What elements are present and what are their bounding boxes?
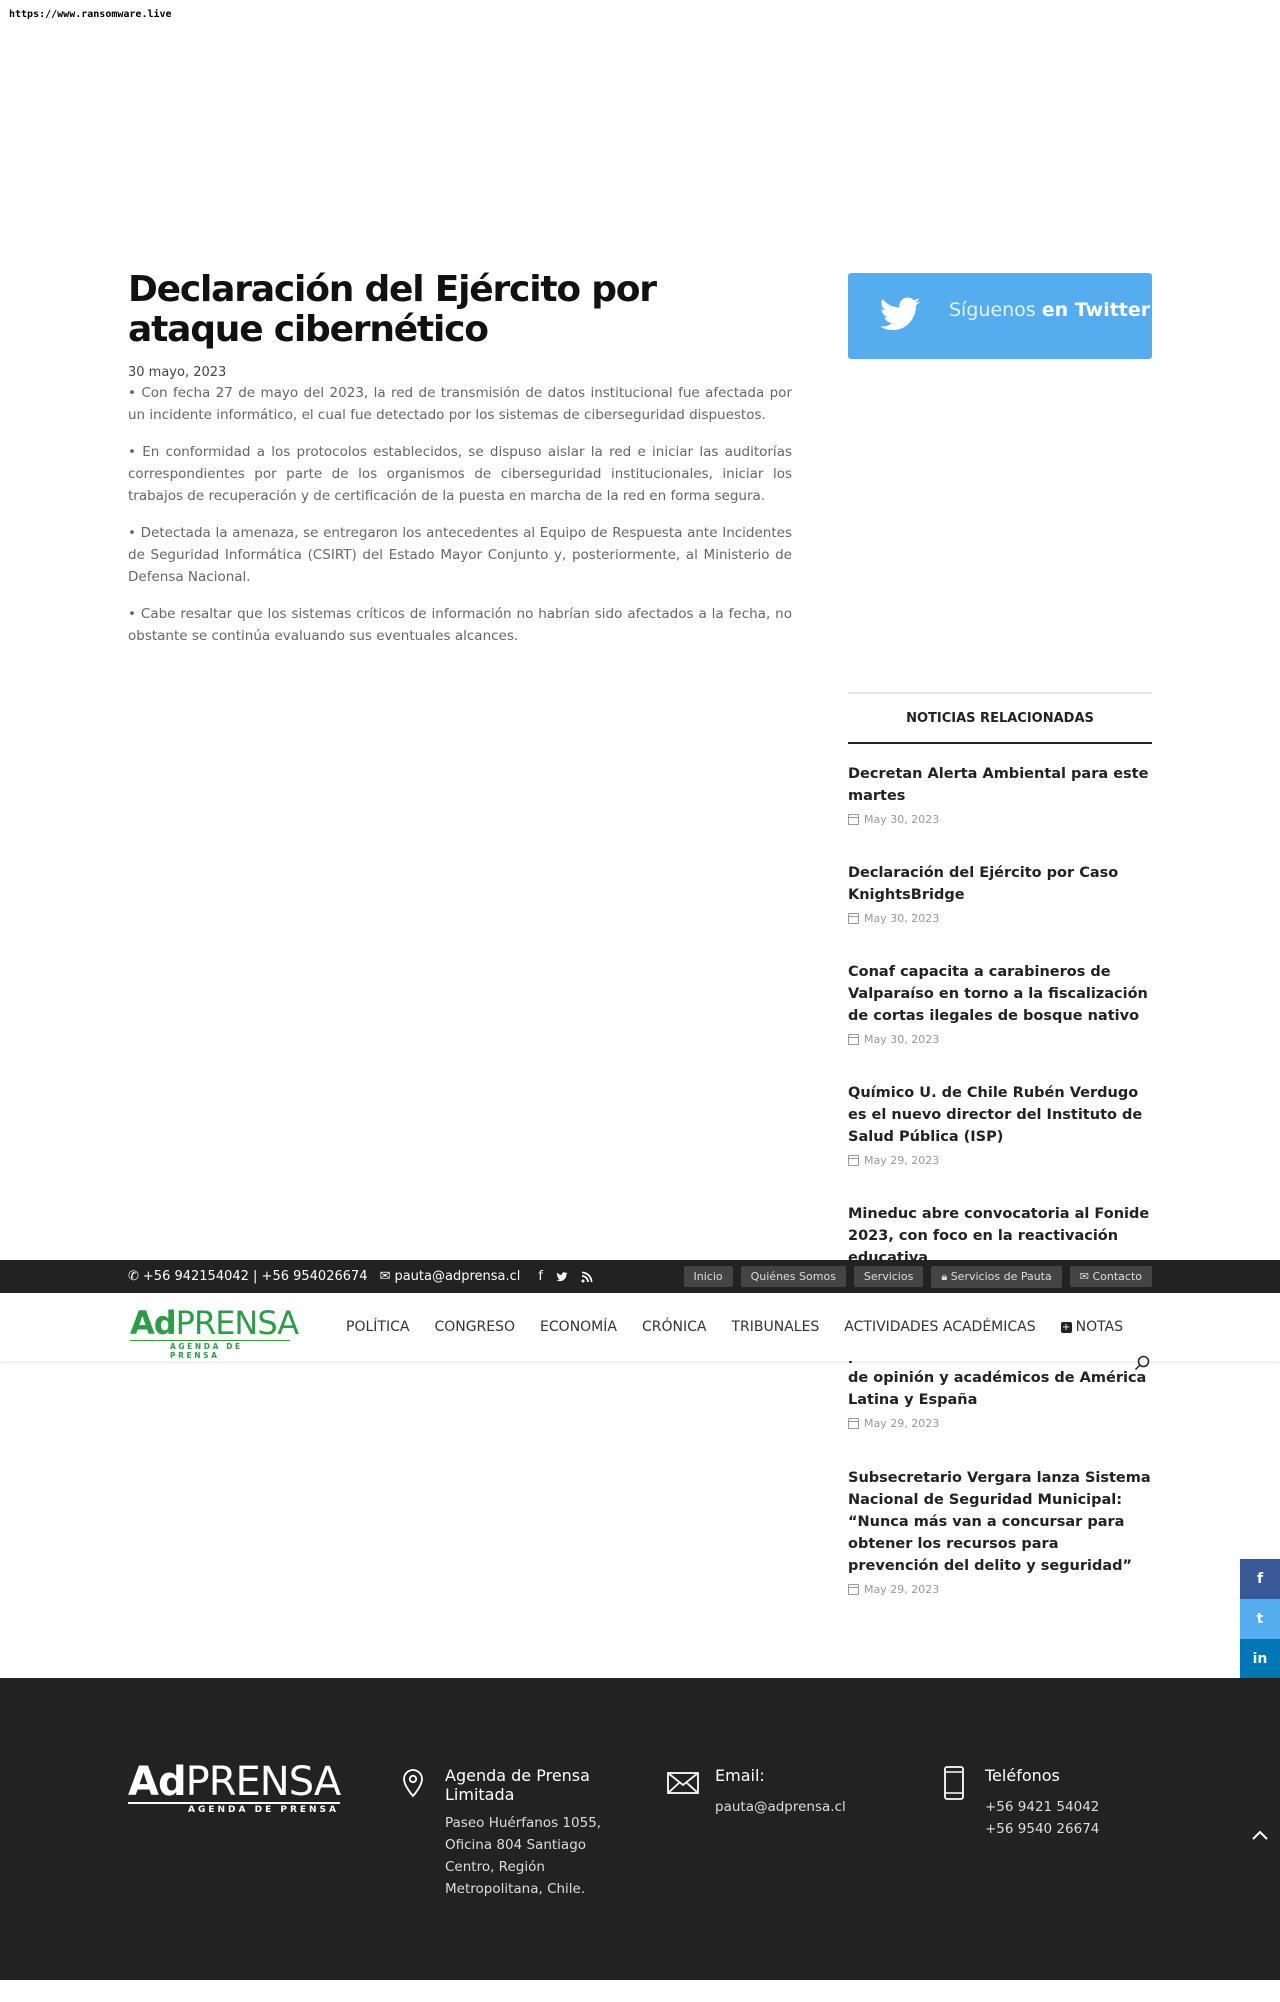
nav-cronica[interactable]: CRÓNICA [642,1319,706,1335]
related-news-item[interactable]: Químico U. de Chile Rubén Verdugo es el … [848,1082,1152,1167]
article-paragraph: • Cabe resaltar que los sistemas crítico… [128,606,792,644]
mobile-phone-icon [944,1766,964,1800]
nav-politica[interactable]: POLÍTICA [346,1319,409,1335]
nav-notas[interactable]: + NOTAS [1060,1319,1123,1335]
related-news-item[interactable]: Declaración del Ejército por Caso Knight… [848,862,1152,925]
topbar-quienes-somos-button[interactable]: Quiénes Somos [740,1266,846,1287]
footer-phones-title: Teléfonos [985,1766,1060,1785]
url-label: https://www.ransomware.live [9,9,172,20]
topbar-servicios-button[interactable]: Servicios [853,1266,924,1287]
related-news-date: May 30, 2023 [864,912,940,925]
linkedin-icon: in [1252,1651,1268,1667]
twitter-follow-label: Síguenos en Twitter [949,299,1151,321]
share-twitter-button[interactable]: t [1240,1599,1280,1639]
calendar-icon [848,1155,859,1166]
article-date: 30 mayo, 2023 [128,365,227,380]
topbar-contacto-button[interactable]: ✉ Contacto [1069,1266,1152,1287]
phone-icon: ✆ [128,1269,139,1284]
related-news-title[interactable]: Declaración del Ejército por Caso Knight… [848,862,1152,906]
related-news-item[interactable]: Subsecretario Vergara lanza Sistema Naci… [848,1467,1152,1596]
calendar-icon [848,1584,859,1595]
share-facebook-button[interactable]: f [1240,1559,1280,1599]
location-pin-icon [403,1769,423,1798]
related-news-date: May 29, 2023 [864,1417,940,1430]
footer-email-title: Email: [715,1766,765,1785]
site-logo[interactable]: AdPRENSA AGENDA DE PRENSA [130,1307,299,1360]
plus-icon: + [1060,1321,1072,1333]
related-news-title[interactable]: Decretan Alerta Ambiental para este mart… [848,763,1152,807]
envelope-icon: ✉ [1079,1270,1093,1283]
facebook-icon[interactable]: f [538,1269,543,1284]
top-contact-bar: ✆ +56 942154042 | +56 954026674 ✉ pauta@… [0,1260,1280,1293]
twitter-follow-button[interactable]: Síguenos en Twitter [848,273,1152,359]
related-news-title[interactable]: Conaf capacita a carabineros de Valparaí… [848,961,1152,1027]
calendar-icon [848,1034,859,1045]
twitter-bird-icon [879,297,921,331]
footer-address-text: Paseo Huérfanos 1055, Oficina 804 Santia… [445,1815,602,1897]
lock-icon: 🔒︎ [941,1269,951,1283]
footer-logo[interactable]: AdPRENSA AGENDA DE PRENSA [128,1762,341,1815]
nav-congreso[interactable]: CONGRESO [434,1319,515,1335]
related-news-date: May 29, 2023 [864,1583,940,1596]
article: Declaración del Ejército por ataque cibe… [128,270,792,662]
topbar-email[interactable]: pauta@adprensa.cl [394,1269,520,1284]
back-to-top-button[interactable] [1240,1816,1280,1856]
search-icon[interactable] [1134,1355,1150,1371]
nav-tribunales[interactable]: TRIBUNALES [731,1319,819,1335]
twitter-icon: t [1256,1611,1264,1627]
article-paragraph: • Con fecha 27 de mayo del 2023, la red … [128,385,792,423]
nav-actividades-academicas[interactable]: ACTIVIDADES ACADÉMICAS [844,1319,1035,1335]
calendar-icon [848,1418,859,1429]
related-news-title[interactable]: Químico U. de Chile Rubén Verdugo es el … [848,1082,1152,1148]
chevron-up-icon [1252,1830,1268,1840]
footer-phone-1: +56 9421 54042 [985,1799,1100,1815]
nav-economia[interactable]: ECONOMÍA [540,1319,617,1335]
article-body: • Con fecha 27 de mayo del 2023, la red … [128,382,792,647]
article-title: Declaración del Ejército por ataque cibe… [128,269,657,350]
topbar-servicios-pauta-button[interactable]: 🔒︎ Servicios de Pauta [931,1265,1062,1288]
topbar-inicio-button[interactable]: Inicio [683,1266,733,1287]
related-news-date: May 30, 2023 [864,1033,940,1046]
main-navbar: AdPRENSA AGENDA DE PRENSA POLÍTICA CONGR… [0,1293,1280,1361]
footer-phone-2: +56 9540 26674 [985,1821,1100,1837]
article-paragraph: • En conformidad a los protocolos establ… [128,444,792,504]
related-news-title[interactable]: Subsecretario Vergara lanza Sistema Naci… [848,1467,1152,1577]
main-nav: POLÍTICA CONGRESO ECONOMÍA CRÓNICA TRIBU… [346,1293,1123,1361]
article-paragraph: • Detectada la amenaza, se entregaron lo… [128,525,792,585]
related-news-item[interactable]: Decretan Alerta Ambiental para este mart… [848,763,1152,826]
related-news-date: May 29, 2023 [864,1154,940,1167]
twitter-icon[interactable] [555,1271,569,1283]
footer-email-link[interactable]: pauta@adprensa.cl [715,1796,895,1818]
share-linkedin-button[interactable]: in [1240,1639,1280,1679]
related-news-heading: NOTICIAS RELACIONADAS [848,692,1152,744]
rss-icon[interactable] [581,1271,593,1283]
envelope-icon: ✉ [379,1269,391,1284]
envelope-icon [667,1772,699,1794]
topbar-email-link[interactable]: ✉ pauta@adprensa.cl [380,1269,521,1284]
facebook-icon: f [1256,1571,1264,1587]
footer-address-title: Agenda de Prensa Limitada [445,1766,590,1804]
related-news-item[interactable]: Conaf capacita a carabineros de Valparaí… [848,961,1152,1046]
calendar-icon [848,913,859,924]
related-news-date: May 30, 2023 [864,813,940,826]
footer: AdPRENSA AGENDA DE PRENSA Agenda de Pren… [0,1678,1280,1980]
calendar-icon [848,814,859,825]
topbar-phones: +56 942154042 | +56 954026674 [142,1269,368,1284]
